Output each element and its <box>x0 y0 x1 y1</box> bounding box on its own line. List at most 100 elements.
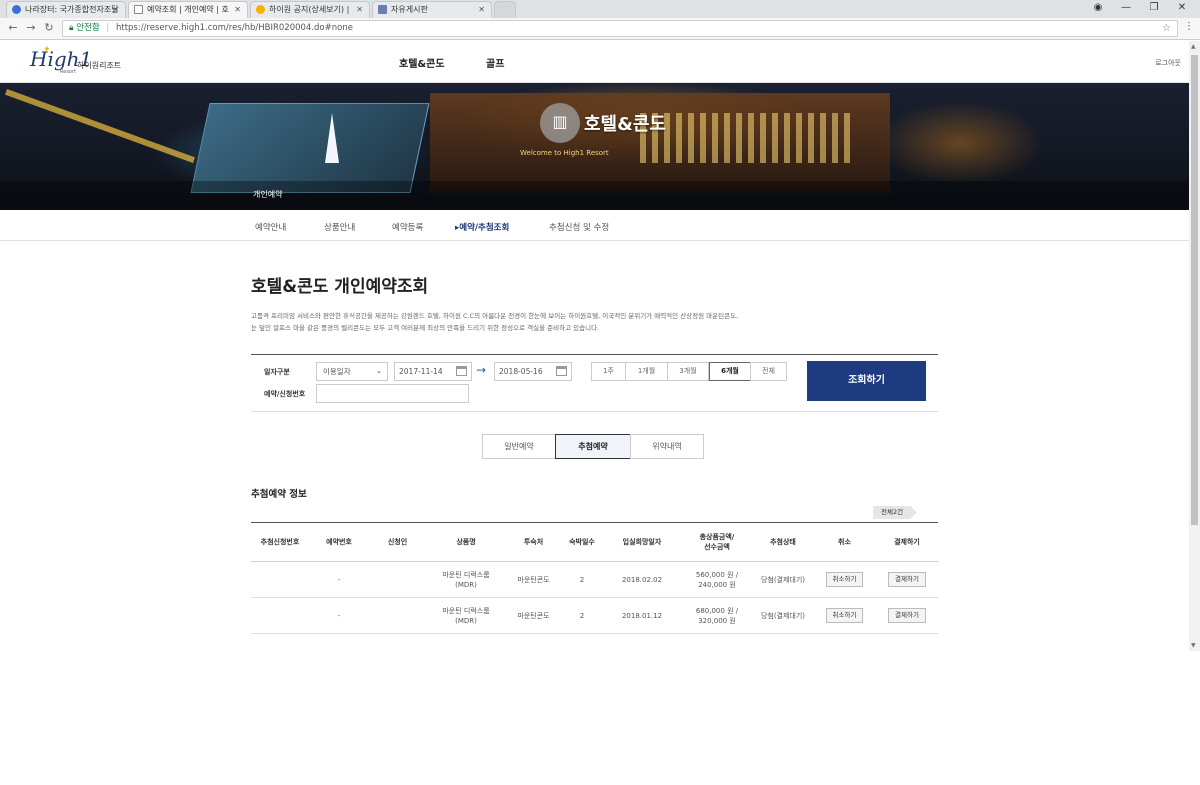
scroll-up-icon[interactable]: ▲ <box>1191 43 1196 50</box>
date-to-input[interactable]: 2018-05-16 <box>494 362 572 381</box>
sub-navigation: 예약안내 상품안내 예약등록 ▸예약/추첨조회 추첨신청 및 수정 <box>0 210 1189 241</box>
page-scrollbar[interactable]: ▲ ▼ <box>1189 41 1200 651</box>
period-3month-button[interactable]: 3개월 <box>667 362 709 381</box>
browser-tab-2[interactable]: 예약조회 | 개인예약 | 호 ✕ <box>128 1 248 18</box>
hero-road <box>5 88 195 164</box>
secure-label: 안전함 <box>76 23 100 33</box>
cell-amount: 680,000 원 /320,000 원 <box>681 597 753 634</box>
gnb-hotel-condo[interactable]: 호텔&콘도 <box>399 59 445 70</box>
resno-label: 예약/신청번호 <box>264 390 306 398</box>
date-to-value: 2018-05-16 <box>499 367 543 376</box>
gnb-golf[interactable]: 골프 <box>486 59 504 70</box>
logout-link[interactable]: 로그아웃 <box>1155 58 1181 68</box>
building-icon: ▥ <box>540 103 580 143</box>
col-place: 투숙처 <box>506 522 561 562</box>
total-amount: 560,000 원 / <box>695 570 739 579</box>
browser-tab-bar: 나라장터: 국가종합전자조달 ✕ 예약조회 | 개인예약 | 호 ✕ 하이원 공… <box>0 0 1200 18</box>
profile-icon[interactable]: ◉ <box>1084 0 1112 16</box>
reload-icon[interactable]: ↻ <box>42 21 56 34</box>
cell-apply-no <box>251 597 309 634</box>
sparkle-icon: ✦ <box>43 45 51 55</box>
hero-lights <box>640 113 850 163</box>
back-icon[interactable]: ← <box>6 21 20 34</box>
cell-amount: 560,000 원 /240,000 원 <box>681 561 753 598</box>
cancel-button[interactable]: 취소하기 <box>825 608 864 623</box>
tab-title: 나라장터: 국가종합전자조달 <box>25 5 119 14</box>
tab-close-icon[interactable]: ✕ <box>112 2 119 17</box>
cell-checkin: 2018.01.12 <box>603 597 681 634</box>
global-nav: 호텔&콘도 골프 <box>399 55 542 70</box>
tab-close-icon[interactable]: ✕ <box>356 2 363 17</box>
url-input[interactable]: 🔒︎ 안전함 | https://reserve.high1.com/res/h… <box>62 20 1178 37</box>
browser-menu-icon[interactable]: ⋮ <box>1184 21 1194 32</box>
total-count-badge: 전체2건 <box>873 506 917 519</box>
tab-title: 예약조회 | 개인예약 | 호 <box>147 5 229 14</box>
product-name: 마운틴 디럭스룸 <box>442 570 490 579</box>
tab-title: 하이원 공지(상세보기) | <box>269 5 350 14</box>
cell-product: 마운틴 디럭스룸 (MDR) <box>426 597 506 634</box>
favicon-icon <box>12 5 21 14</box>
hero-title: 호텔&콘도 <box>584 114 666 135</box>
arrow-right-icon: → <box>476 363 487 377</box>
subnav-product-guide[interactable]: 상품안내 <box>324 221 355 233</box>
browser-tab-3[interactable]: 하이원 공지(상세보기) | ✕ <box>250 1 370 18</box>
subnav-reservation-guide[interactable]: 예약안내 <box>255 221 286 233</box>
resno-input[interactable] <box>316 384 469 403</box>
calendar-icon[interactable] <box>556 366 567 376</box>
cell-place: 마운틴콘도 <box>506 597 561 634</box>
period-6month-button[interactable]: 6개월 <box>709 362 751 381</box>
high1-logo[interactable]: ✦ High1 Resort 하이원리조트 <box>30 45 121 77</box>
col-product: 상품명 <box>426 522 506 562</box>
pay-button[interactable]: 결제하기 <box>888 608 926 623</box>
pay-button[interactable]: 결제하기 <box>888 572 926 587</box>
favicon-icon <box>378 5 387 14</box>
bookmark-star-icon[interactable]: ☆ <box>1162 21 1171 36</box>
tab-close-icon[interactable]: ✕ <box>234 2 241 17</box>
cell-pay: 결제하기 <box>876 561 938 598</box>
search-button[interactable]: 조회하기 <box>807 361 926 401</box>
product-name: 마운틴 디럭스룸 <box>442 606 490 615</box>
hero-banner: ▥ 호텔&콘도 Welcome to High1 Resort 개인예약 <box>0 83 1189 210</box>
hero-subtitle: Welcome to High1 Resort <box>520 149 609 157</box>
calendar-icon[interactable] <box>456 366 467 376</box>
subnav-lottery-apply[interactable]: 추첨신청 및 수정 <box>549 221 609 233</box>
period-1month-button[interactable]: 1개월 <box>625 362 668 381</box>
product-code: (MDR) <box>455 580 477 589</box>
browser-tab-1[interactable]: 나라장터: 국가종합전자조달 ✕ <box>6 1 126 18</box>
minimize-icon[interactable]: — <box>1112 0 1140 16</box>
scroll-down-icon[interactable]: ▼ <box>1191 642 1196 649</box>
period-1week-button[interactable]: 1주 <box>591 362 626 381</box>
tab-lottery-reservation[interactable]: 추첨예약 <box>555 434 631 459</box>
site-header: ✦ High1 Resort 하이원리조트 호텔&콘도 골프 로그아웃 <box>0 41 1189 83</box>
favicon-icon <box>256 5 265 14</box>
cell-nights: 2 <box>561 561 603 598</box>
col-apply-no: 추첨신청번호 <box>251 522 309 562</box>
subnav-reservation-lookup[interactable]: ▸예약/추첨조회 <box>455 221 509 233</box>
new-tab-button[interactable] <box>494 1 516 18</box>
cell-status: 당첨(결제대기) <box>753 597 813 634</box>
cancel-button[interactable]: 취소하기 <box>825 572 864 587</box>
date-type-select[interactable]: 이용일자 ⌄ <box>316 362 388 381</box>
period-all-button[interactable]: 전체 <box>750 362 787 381</box>
cell-nights: 2 <box>561 597 603 634</box>
forward-icon[interactable]: → <box>24 21 38 34</box>
col-amount: 총상품금액/ 선수금액 <box>681 522 753 562</box>
tab-penalty-history[interactable]: 위약내역 <box>630 434 704 459</box>
page-title: 호텔&콘도 개인예약조회 <box>251 277 429 297</box>
date-from-input[interactable]: 2017-11-14 <box>394 362 472 381</box>
cell-product: 마운틴 디럭스룸 (MDR) <box>426 561 506 598</box>
tab-general-reservation[interactable]: 일반예약 <box>482 434 556 459</box>
col-applicant: 신청인 <box>369 522 426 562</box>
close-window-icon[interactable]: ✕ <box>1168 0 1196 16</box>
description-line: 고품격 프리미엄 서비스와 편안한 휴식공간을 제공하는 강원랜드 호텔, 하이… <box>251 312 739 320</box>
address-bar: ← → ↻ 🔒︎ 안전함 | https://reserve.high1.com… <box>0 18 1200 40</box>
tab-close-icon[interactable]: ✕ <box>478 2 485 17</box>
browser-tab-4[interactable]: 자유게시판 ✕ <box>372 1 492 18</box>
scrollbar-thumb[interactable] <box>1191 55 1198 525</box>
subnav-reservation-register[interactable]: 예약등록 <box>392 221 423 233</box>
restore-icon[interactable]: ❐ <box>1140 0 1168 16</box>
logo-sub: Resort <box>60 69 77 75</box>
logo-korean: 하이원리조트 <box>77 61 122 70</box>
total-amount: 680,000 원 / <box>695 606 739 615</box>
date-from-value: 2017-11-14 <box>399 367 443 376</box>
